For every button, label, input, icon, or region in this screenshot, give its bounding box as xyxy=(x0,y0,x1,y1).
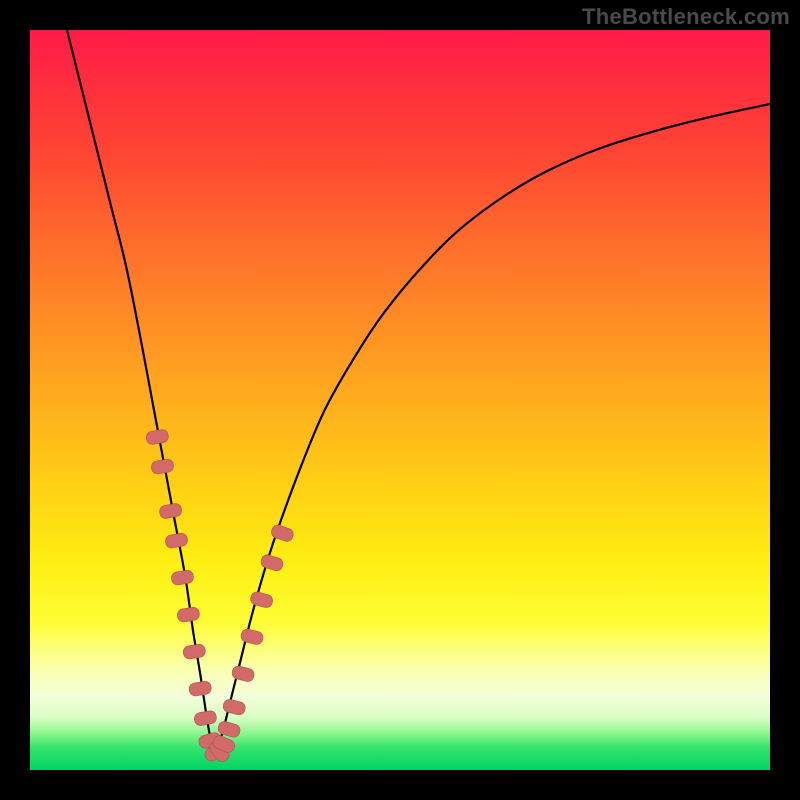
chart-frame: TheBottleneck.com xyxy=(0,0,800,800)
highlight-dot xyxy=(193,710,217,727)
plot-area xyxy=(30,30,770,770)
highlight-dot xyxy=(249,591,274,609)
highlight-dot xyxy=(165,532,189,549)
highlight-dot xyxy=(145,429,169,446)
chart-overlay xyxy=(30,30,770,770)
highlight-dot xyxy=(188,680,212,696)
highlight-dot xyxy=(171,569,195,585)
highlight-dot xyxy=(260,553,285,572)
highlight-dot xyxy=(222,698,247,716)
watermark-text: TheBottleneck.com xyxy=(582,4,790,30)
highlight-dot xyxy=(182,643,206,659)
highlight-dot xyxy=(150,458,174,475)
bottleneck-curve xyxy=(67,30,770,750)
highlight-dot xyxy=(240,628,264,646)
highlight-dot xyxy=(176,606,200,622)
highlight-dot xyxy=(159,503,183,520)
